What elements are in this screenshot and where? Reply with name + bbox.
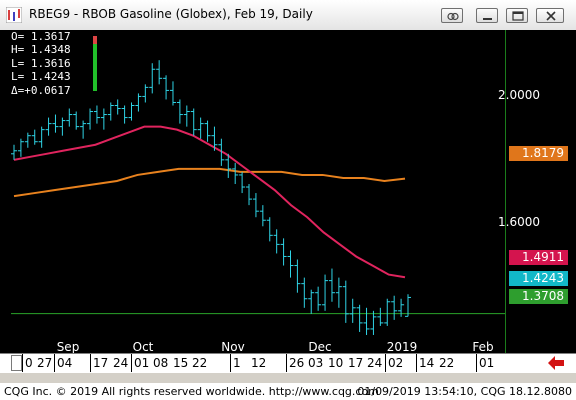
day-divider <box>385 354 386 372</box>
delta-value: Δ=+0.0617 <box>11 83 71 97</box>
moving-average-fast-line <box>13 125 406 279</box>
title-bar[interactable]: RBEG9 - RBOB Gasoline (Globex), Feb 19, … <box>0 0 576 31</box>
day-axis: 0 27 04 17 24 01 08 15 22 1 12 26 03 10 … <box>0 353 576 373</box>
day-label: 17 <box>93 356 109 370</box>
day-label: 03 <box>308 356 324 370</box>
close-button[interactable] <box>536 8 564 23</box>
day-label: 26 <box>289 356 305 370</box>
day-label: 02 <box>388 356 404 370</box>
day-label: 04 <box>57 356 73 370</box>
day-divider <box>54 354 55 372</box>
month-label: Sep <box>56 340 80 354</box>
price-axis-separator <box>505 30 506 353</box>
scroll-to-end-arrow-icon[interactable] <box>548 356 564 370</box>
day-label: 14 <box>419 356 435 370</box>
ma-fast-badge: 1.4911 <box>509 250 568 265</box>
month-axis: Sep Oct Nov Dec 2019 Feb <box>0 340 505 354</box>
low-value-1: L= 1.3616 <box>11 56 71 70</box>
day-label: 08 <box>153 356 169 370</box>
status-footer: CQG Inc. © 2019 All rights reserved worl… <box>0 383 576 400</box>
time-scroll-thumb[interactable] <box>11 355 22 371</box>
maximize-button[interactable] <box>506 8 528 23</box>
day-label: 12 <box>251 356 267 370</box>
high-value: H= 1.4348 <box>11 43 71 57</box>
link-icon <box>447 12 459 21</box>
close-icon <box>546 11 556 21</box>
month-label: 2019 <box>386 340 418 354</box>
day-divider <box>22 354 23 372</box>
day-label: 10 <box>328 356 344 370</box>
day-divider <box>90 354 91 372</box>
day-label: 22 <box>439 356 455 370</box>
day-label: 22 <box>192 356 208 370</box>
day-label: 0 <box>25 356 33 370</box>
day-label: 24 <box>367 356 383 370</box>
bar-range-indicator <box>93 36 97 91</box>
price-chart[interactable] <box>0 30 576 353</box>
cqg-app-icon <box>6 7 22 23</box>
timestamp-text: 01/09/2019 13:54:10, CQG 18.12.8080 <box>357 385 572 398</box>
price-axis-label-2: 2.0000 <box>498 88 540 102</box>
copyright-text: CQG Inc. © 2019 All rights reserved worl… <box>4 385 379 398</box>
day-divider <box>476 354 477 372</box>
ma-slow-badge: 1.8179 <box>509 146 568 161</box>
day-divider <box>416 354 417 372</box>
moving-average-slow-line <box>13 167 406 198</box>
chart-window: RBEG9 - RBOB Gasoline (Globex), Feb 19, … <box>0 0 576 383</box>
month-label: Nov <box>221 340 245 354</box>
last-price-badge: 1.4243 <box>509 271 568 286</box>
day-label: 24 <box>113 356 129 370</box>
day-divider <box>131 354 132 372</box>
month-label: Dec <box>308 340 332 354</box>
maximize-icon <box>512 11 524 21</box>
day-label: 15 <box>173 356 189 370</box>
day-divider <box>230 354 231 372</box>
bar-range-indicator-top <box>93 36 97 44</box>
month-label: Feb <box>472 340 494 354</box>
price-axis-label-1-6: 1.6000 <box>498 215 540 229</box>
day-label: 17 <box>348 356 364 370</box>
link-button[interactable] <box>441 8 463 23</box>
window-title: RBEG9 - RBOB Gasoline (Globex), Feb 19, … <box>29 7 313 21</box>
day-label: 1 <box>233 356 241 370</box>
low-value-2: L= 1.4243 <box>11 70 71 84</box>
ohlc-readout: O= 1.3617 H= 1.4348 L= 1.3616 L= 1.4243 Δ=+0… <box>11 30 71 97</box>
month-label: Oct <box>132 340 154 354</box>
minimize-button[interactable] <box>476 8 498 23</box>
day-label: 01 <box>479 356 495 370</box>
day-label: 01 <box>134 356 150 370</box>
reference-price-badge: 1.3708 <box>509 289 568 304</box>
open-value: O= 1.3617 <box>11 30 71 43</box>
day-divider <box>286 354 287 372</box>
minimize-icon <box>483 18 492 20</box>
day-label: 27 <box>37 356 53 370</box>
